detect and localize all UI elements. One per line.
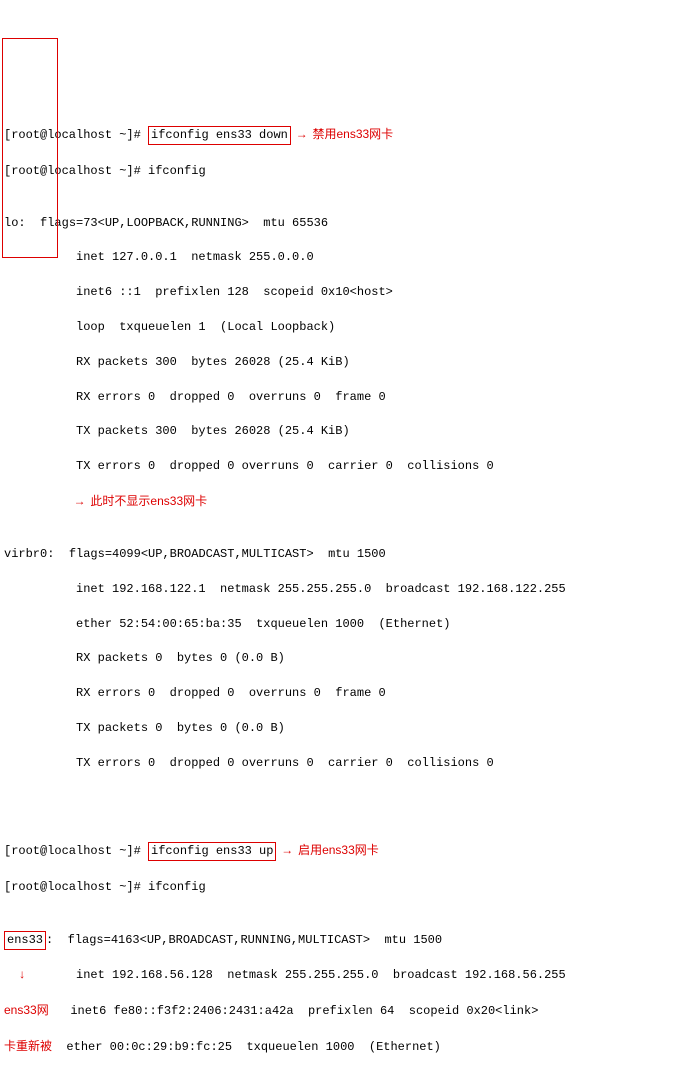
- ens33-l2: ens33网 inet6 fe80::f3f2:2406:2431:a42a p…: [4, 1002, 688, 1020]
- lo-l4: RX packets 300 bytes 26028 (25.4 KiB): [4, 354, 688, 371]
- cmd-ifconfig-down: ifconfig ens33 down: [148, 126, 291, 145]
- virbr0-l6: TX errors 0 dropped 0 overruns 0 carrier…: [4, 755, 688, 772]
- iface-lo: lo:: [4, 216, 26, 230]
- arrow-icon: →: [298, 128, 305, 142]
- ens33-l1: ↓ inet 192.168.56.128 netmask 255.255.25…: [4, 967, 688, 984]
- prompt: [root@localhost ~]#: [4, 880, 141, 894]
- lo-l7: TX errors 0 dropped 0 overruns 0 carrier…: [4, 458, 688, 475]
- prompt: [root@localhost ~]#: [4, 128, 141, 142]
- cmd-line-3: [root@localhost ~]# ifconfig ens33 up → …: [4, 842, 688, 861]
- lo-l3: loop txqueuelen 1 (Local Loopback): [4, 319, 688, 336]
- arrow-icon: →: [76, 495, 83, 509]
- ens33-header: ens33: flags=4163<UP,BROADCAST,RUNNING,M…: [4, 931, 688, 950]
- anno-hidden-line: → 此时不显示ens33网卡: [4, 493, 688, 511]
- virbr0-l3: RX packets 0 bytes 0 (0.0 B): [4, 650, 688, 667]
- iface-ens33: ens33: [4, 931, 46, 950]
- cmd-ifconfig: ifconfig: [148, 164, 206, 178]
- virbr0-l2: ether 52:54:00:65:ba:35 txqueuelen 1000 …: [4, 616, 688, 633]
- virbr0-l5: TX packets 0 bytes 0 (0.0 B): [4, 720, 688, 737]
- anno-reshown-2: 卡重新被: [4, 1039, 52, 1053]
- iface-virbr0: virbr0:: [4, 547, 54, 561]
- cmd-ifconfig: ifconfig: [148, 880, 206, 894]
- cmd-line-4: [root@localhost ~]# ifconfig: [4, 879, 688, 896]
- anno-disable: 禁用ens33网卡: [312, 127, 393, 141]
- down-arrow-icon: ↓: [18, 968, 25, 982]
- anno-now-hidden: 此时不显示ens33网卡: [90, 494, 207, 508]
- virbr0-l4: RX errors 0 dropped 0 overruns 0 frame 0: [4, 685, 688, 702]
- lo-l1: inet 127.0.0.1 netmask 255.0.0.0: [4, 249, 688, 266]
- arrow-icon: →: [284, 844, 291, 858]
- cmd-ifconfig-up: ifconfig ens33 up: [148, 842, 276, 861]
- lo-l2: inet6 ::1 prefixlen 128 scopeid 0x10<hos…: [4, 284, 688, 301]
- lo-header: lo: flags=73<UP,LOOPBACK,RUNNING> mtu 65…: [4, 215, 688, 232]
- virbr0-header: virbr0: flags=4099<UP,BROADCAST,MULTICAS…: [4, 546, 688, 563]
- virbr0-l1: inet 192.168.122.1 netmask 255.255.255.0…: [4, 581, 688, 598]
- anno-reshown-1: ens33网: [4, 1003, 49, 1017]
- ens33-l3: 卡重新被 ether 00:0c:29:b9:fc:25 txqueuelen …: [4, 1038, 688, 1056]
- cmd-line-1: [root@localhost ~]# ifconfig ens33 down …: [4, 126, 688, 145]
- lo-l5: RX errors 0 dropped 0 overruns 0 frame 0: [4, 389, 688, 406]
- prompt: [root@localhost ~]#: [4, 164, 141, 178]
- prompt: [root@localhost ~]#: [4, 844, 141, 858]
- anno-enable: 启用ens33网卡: [298, 843, 379, 857]
- blank-line: [4, 790, 688, 807]
- lo-l6: TX packets 300 bytes 26028 (25.4 KiB): [4, 423, 688, 440]
- cmd-line-2: [root@localhost ~]# ifconfig: [4, 163, 688, 180]
